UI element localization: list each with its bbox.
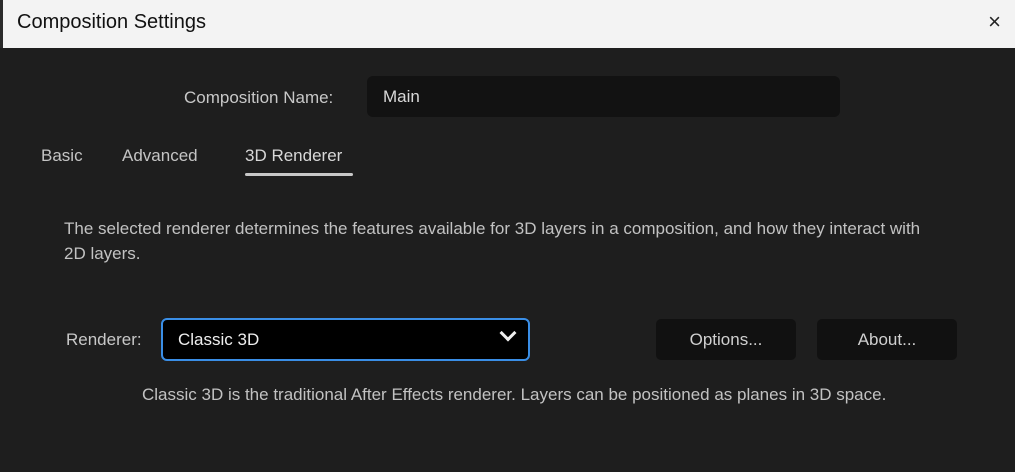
renderer-selected-value: Classic 3D [178, 330, 260, 349]
composition-name-input[interactable]: Main [367, 76, 840, 117]
renderer-note: Classic 3D is the traditional After Effe… [142, 385, 887, 404]
close-icon[interactable]: × [988, 9, 1001, 35]
title-bar: Composition Settings × [0, 0, 1015, 48]
chevron-down-icon [499, 324, 517, 342]
tab-3d-renderer[interactable]: 3D Renderer [245, 146, 342, 166]
window-title: Composition Settings [17, 11, 206, 33]
active-tab-indicator [245, 173, 353, 176]
renderer-select[interactable]: Classic 3D [161, 318, 530, 361]
options-button[interactable]: Options... [656, 319, 796, 360]
tab-basic[interactable]: Basic [41, 146, 83, 166]
tab-advanced[interactable]: Advanced [122, 146, 198, 166]
renderer-label: Renderer: [66, 330, 142, 349]
about-button[interactable]: About... [817, 319, 957, 360]
renderer-description: The selected renderer determines the fea… [64, 219, 921, 263]
composition-name-label: Composition Name: [184, 88, 334, 107]
